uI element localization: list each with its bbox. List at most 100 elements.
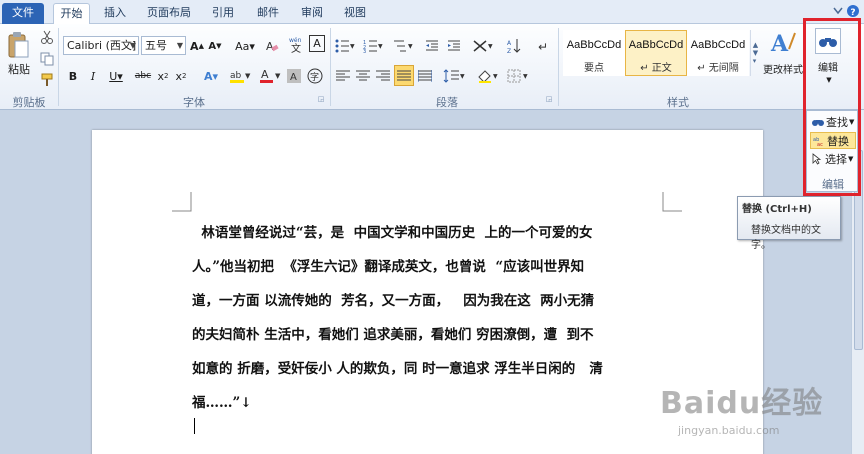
copy-icon[interactable] [38, 50, 56, 68]
show-marks-icon[interactable]: ↵ [536, 36, 550, 56]
text-line: 林语堂曾经说过“芸，是 中国文学和中国历史 上的一个可爱的女 [192, 225, 593, 241]
sort-icon[interactable]: AZ [506, 36, 522, 56]
character-border-icon[interactable]: A [309, 35, 325, 52]
font-size-select[interactable]: 五号 ▼ [141, 36, 186, 55]
svg-text:▼: ▼ [460, 73, 465, 80]
change-styles-icon[interactable]: A [768, 28, 798, 58]
svg-text:3: 3 [363, 49, 366, 53]
distributed-icon[interactable] [416, 66, 434, 86]
svg-text:▼: ▼ [378, 43, 383, 50]
paste-button[interactable]: 粘贴 [4, 59, 34, 79]
tab-insert[interactable]: 插入 [96, 3, 134, 24]
superscript-icon[interactable]: x2 [174, 66, 188, 86]
phonetic-guide-icon[interactable]: wén 文 [288, 34, 306, 54]
svg-text:A: A [266, 40, 274, 53]
align-right-icon[interactable] [374, 66, 392, 86]
style-item-emphasis[interactable]: AaBbCcDd 要点 [563, 30, 625, 76]
enclose-characters-icon[interactable]: 字 [307, 66, 323, 86]
tooltip-title: 替换 (Ctrl+H) [742, 204, 812, 215]
change-case-icon[interactable]: Aa▾ [234, 36, 256, 56]
justify-icon[interactable] [394, 65, 414, 86]
style-sample: AaBbCcDd [566, 39, 622, 51]
line-spacing-icon[interactable]: ▼ [442, 66, 466, 86]
subscript-icon[interactable]: x2 [156, 66, 170, 86]
increase-indent-icon[interactable] [446, 36, 462, 56]
align-left-icon[interactable] [334, 66, 352, 86]
font-family-select[interactable]: Calibri (西文] ▼ [63, 36, 139, 55]
paragraph-dialog-launcher-icon[interactable]: ◲ [544, 94, 554, 104]
tab-view[interactable]: 视图 [336, 3, 374, 24]
svg-text:Z: Z [507, 48, 511, 54]
text-cursor [194, 418, 195, 434]
italic-icon[interactable]: I [86, 66, 100, 86]
paste-icon[interactable] [4, 28, 32, 62]
replace-tooltip: 替换 (Ctrl+H) 替换文档中的文字。 [737, 196, 841, 251]
format-painter-icon[interactable] [38, 71, 56, 89]
underline-icon[interactable]: U▾ [106, 66, 126, 86]
svg-text:?: ? [850, 8, 855, 18]
tooltip-description: 替换文档中的文字。 [751, 225, 821, 251]
borders-icon[interactable]: ▼ [506, 66, 530, 86]
svg-text:wén: wén [289, 37, 302, 44]
chinese-layout-icon[interactable]: ▼ [472, 36, 494, 56]
font-color-icon[interactable]: A ▼ [258, 66, 282, 86]
strikethrough-icon[interactable]: abc [134, 66, 152, 86]
font-group-label: 字体 [183, 96, 205, 109]
svg-text:↵: ↵ [538, 40, 548, 53]
chevron-down-icon: ▼ [176, 41, 183, 50]
svg-text:▼: ▼ [488, 43, 493, 50]
tab-home[interactable]: 开始 [53, 3, 90, 25]
svg-text:ab: ab [230, 71, 242, 81]
bullets-icon[interactable]: ▼ [334, 36, 356, 56]
document-paragraph[interactable]: 林语堂曾经说过“芸，是 中国文学和中国历史 上的一个可爱的女 人。”他当初把 《… [192, 216, 668, 420]
svg-text:▼: ▼ [350, 43, 355, 50]
multilevel-list-icon[interactable]: ▼ [392, 36, 414, 56]
font-dialog-launcher-icon[interactable]: ◲ [316, 94, 326, 104]
svg-text:文: 文 [291, 42, 301, 53]
tab-file[interactable]: 文件 [2, 3, 44, 24]
tab-mailings[interactable]: 邮件 [249, 3, 287, 24]
svg-text:字: 字 [310, 71, 319, 83]
bold-icon[interactable]: B [66, 66, 80, 86]
align-center-icon[interactable] [354, 66, 372, 86]
text-line: 道，一方面 以流传她的 芳名，又一方面， 因为我在这 两小无猜 [192, 293, 595, 309]
separator [58, 28, 59, 106]
svg-text:▼: ▼ [523, 73, 528, 80]
shrink-font-icon[interactable]: A ▼ [207, 36, 223, 56]
svg-text:▼: ▼ [245, 72, 251, 80]
font-family-value: Calibri (西文] [67, 39, 137, 52]
svg-text:A: A [290, 72, 297, 83]
grow-font-icon[interactable]: A ▲ [189, 36, 205, 56]
style-item-no-spacing[interactable]: AaBbCcDd ↵ 无间隔 [687, 30, 749, 76]
style-name: ↵ 正文 [640, 63, 672, 74]
tab-references[interactable]: 引用 [203, 3, 243, 24]
ribbon-home: 粘贴 剪贴板 Calibri (西文] ▼ 五号 ▼ A ▲ A ▼ Aa▾ A w… [0, 24, 864, 110]
numbering-icon[interactable]: 1 2 3 ▼ [362, 36, 384, 56]
style-sample: AaBbCcDd [690, 39, 746, 51]
highlight-annotation-box [803, 18, 861, 196]
svg-text:▼: ▼ [408, 43, 413, 50]
change-styles-button[interactable]: 更改样式 [761, 58, 805, 78]
tab-review[interactable]: 审阅 [292, 3, 332, 24]
character-shading-icon[interactable]: A [287, 66, 301, 86]
decrease-indent-icon[interactable] [424, 36, 440, 56]
separator [558, 28, 559, 106]
clear-format-icon[interactable]: A [264, 36, 280, 56]
svg-text:A: A [507, 40, 512, 47]
text-line: 的夫妇简朴 生活中，看她们 追求美丽，看她们 穷困潦倒，遭 到不 [192, 327, 594, 343]
text-effects-icon[interactable]: A▾ [200, 66, 222, 86]
watermark-logo: Baidu经验 [660, 386, 824, 421]
shading-icon[interactable]: ▼ [476, 66, 500, 86]
style-item-normal[interactable]: AaBbCcDd ↵ 正文 [625, 30, 687, 76]
watermark: Baidu经验 jingyan.baidu.com [660, 378, 850, 448]
tab-page-layout[interactable]: 页面布局 [140, 3, 198, 24]
highlight-color-icon[interactable]: ab ▼ [228, 66, 252, 86]
style-name: ↵ 无间隔 [697, 63, 739, 74]
style-sample: AaBbCcDd [628, 39, 684, 51]
cut-icon[interactable] [38, 28, 56, 46]
ribbon-tab-bar: 文件 开始 插入 页面布局 引用 邮件 审阅 视图 ? [0, 0, 864, 25]
svg-text:A: A [770, 31, 789, 57]
styles-scroll-icon[interactable]: ▲ ▼ ▾ [750, 30, 760, 76]
styles-group-label: 样式 [667, 96, 689, 109]
svg-text:▼: ▼ [493, 73, 498, 80]
